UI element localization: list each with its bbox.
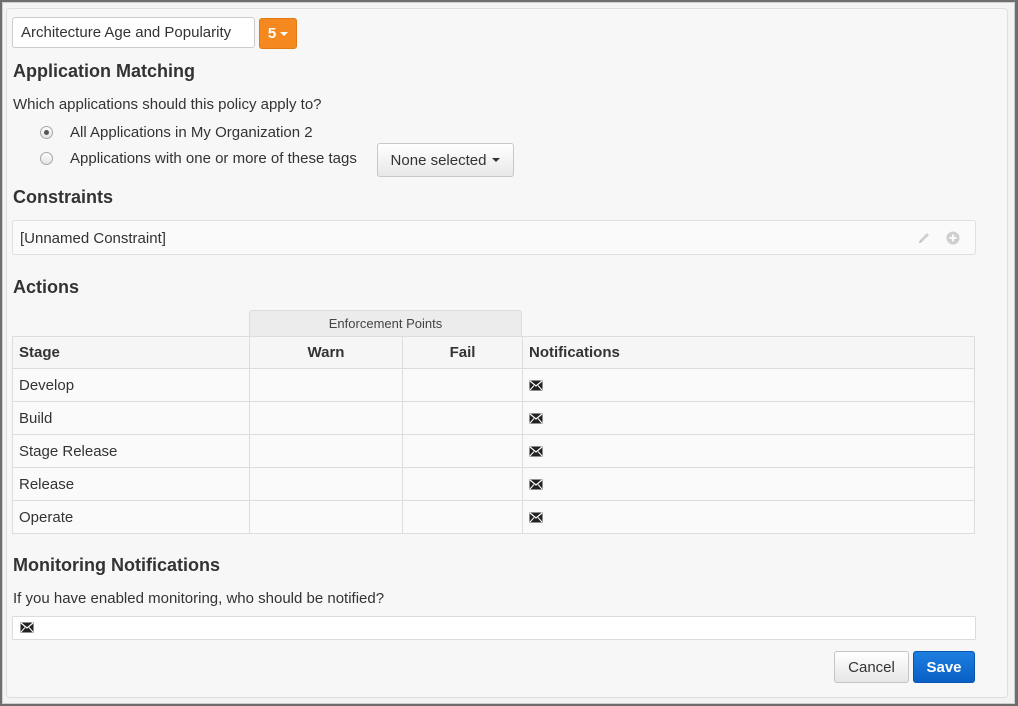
column-header-warn: Warn <box>249 336 403 369</box>
monitoring-heading: Monitoring Notifications <box>13 555 220 575</box>
fail-cell[interactable] <box>402 500 523 534</box>
enforcement-points-header: Enforcement Points <box>249 310 522 336</box>
envelope-icon[interactable] <box>529 512 543 523</box>
envelope-icon[interactable] <box>529 446 543 457</box>
radio-all-applications[interactable]: All Applications in My Organization 2 <box>40 121 313 143</box>
notifications-cell[interactable] <box>522 368 975 402</box>
cancel-button[interactable]: Cancel <box>834 651 909 683</box>
envelope-icon[interactable] <box>529 413 543 424</box>
radio-button[interactable] <box>40 151 53 165</box>
save-button[interactable]: Save <box>913 651 975 683</box>
radio-tagged-applications[interactable]: Applications with one or more of these t… <box>40 147 357 169</box>
table-header-row: Stage Warn Fail Notifications <box>12 336 975 369</box>
actions-heading: Actions <box>13 277 80 297</box>
table-row: Build <box>12 401 975 435</box>
stage-cell: Operate <box>12 500 250 534</box>
threat-level-value: 5 <box>267 25 277 42</box>
radio-button[interactable] <box>40 125 53 139</box>
fail-cell[interactable] <box>402 434 523 468</box>
warn-cell[interactable] <box>249 401 403 435</box>
table-row: Develop <box>12 368 975 402</box>
notifications-cell[interactable] <box>522 467 975 501</box>
warn-cell[interactable] <box>249 368 403 402</box>
tags-dropdown-label: None selected <box>390 151 487 169</box>
notifications-cell[interactable] <box>522 500 975 534</box>
envelope-icon[interactable] <box>529 479 543 490</box>
table-row: Stage Release <box>12 434 975 468</box>
constraint-name: [Unnamed Constraint] <box>20 230 166 247</box>
actions-table: Stage Warn Fail Notifications Develop Bui… <box>12 336 975 534</box>
constraints-heading: Constraints <box>13 187 114 207</box>
warn-cell[interactable] <box>249 467 403 501</box>
warn-cell[interactable] <box>249 434 403 468</box>
constraint-item[interactable]: [Unnamed Constraint] <box>12 220 976 255</box>
column-header-notifications: Notifications <box>522 336 975 369</box>
application-matching-heading: Application Matching <box>13 61 195 81</box>
monitoring-recipients-input[interactable] <box>12 616 976 640</box>
envelope-icon[interactable] <box>20 622 34 633</box>
policy-name-input[interactable]: Architecture Age and Popularity <box>12 17 255 48</box>
envelope-icon[interactable] <box>529 380 543 391</box>
chevron-down-icon <box>492 158 501 162</box>
tags-dropdown[interactable]: None selected <box>377 143 514 177</box>
table-row: Operate <box>12 500 975 534</box>
chevron-down-icon <box>280 32 289 36</box>
notifications-cell[interactable] <box>522 434 975 468</box>
monitoring-question: If you have enabled monitoring, who shou… <box>13 590 385 607</box>
plus-circle-icon[interactable] <box>946 231 960 245</box>
warn-cell[interactable] <box>249 500 403 534</box>
fail-cell[interactable] <box>402 401 523 435</box>
column-header-fail: Fail <box>402 336 523 369</box>
table-row: Release <box>12 467 975 501</box>
stage-cell: Build <box>12 401 250 435</box>
stage-cell: Stage Release <box>12 434 250 468</box>
stage-cell: Develop <box>12 368 250 402</box>
stage-cell: Release <box>12 467 250 501</box>
application-matching-question: Which applications should this policy ap… <box>13 96 322 113</box>
fail-cell[interactable] <box>402 467 523 501</box>
notifications-cell[interactable] <box>522 401 975 435</box>
threat-level-dropdown[interactable]: 5 <box>259 18 297 49</box>
pencil-icon[interactable] <box>916 230 932 246</box>
fail-cell[interactable] <box>402 368 523 402</box>
radio-label: All Applications in My Organization 2 <box>70 123 313 141</box>
radio-label: Applications with one or more of these t… <box>70 149 357 167</box>
column-header-stage: Stage <box>12 336 250 369</box>
